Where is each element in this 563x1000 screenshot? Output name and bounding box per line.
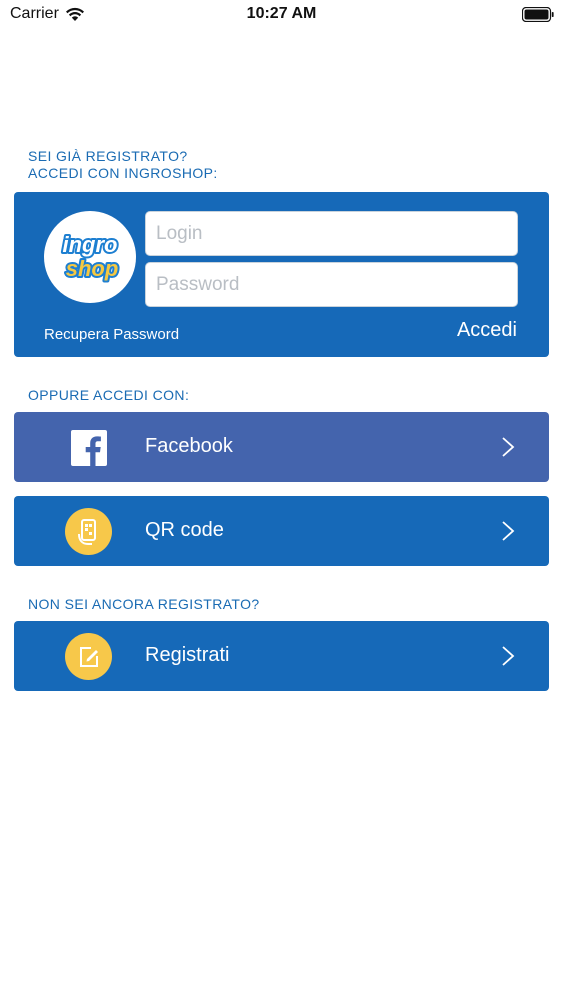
facebook-label: Facebook bbox=[145, 435, 233, 457]
edit-note-icon bbox=[79, 646, 98, 667]
logo-text-top: ingro bbox=[63, 232, 118, 257]
qr-icon-wrap bbox=[65, 508, 112, 555]
qr-login-button[interactable]: QR code bbox=[14, 496, 549, 566]
chevron-right-icon bbox=[502, 521, 515, 541]
register-label: Registrati bbox=[145, 644, 230, 666]
facebook-icon-wrap bbox=[65, 424, 112, 471]
qr-label: QR code bbox=[145, 519, 224, 541]
register-icon-circle bbox=[65, 633, 112, 680]
status-time: 10:27 AM bbox=[246, 5, 317, 22]
login-heading: SEI GIÀ REGISTRATO? ACCEDI CON INGROSHOP… bbox=[28, 148, 218, 182]
chevron-right-icon bbox=[502, 646, 515, 666]
battery-icon bbox=[522, 7, 554, 22]
qr-phone-icon bbox=[77, 518, 96, 545]
ingroshop-logo-mark: ingro shop bbox=[61, 230, 121, 283]
chevron-right-icon bbox=[502, 437, 515, 457]
register-button[interactable]: Registrati bbox=[14, 621, 549, 691]
logo-text-bottom: shop bbox=[66, 256, 119, 281]
recover-password-link[interactable]: Recupera Password bbox=[44, 326, 179, 343]
facebook-login-button[interactable]: Facebook bbox=[14, 412, 549, 482]
qr-icon-circle bbox=[65, 508, 112, 555]
register-heading: NON SEI ANCORA REGISTRATO? bbox=[28, 596, 260, 612]
login-heading-line1: SEI GIÀ REGISTRATO? bbox=[28, 148, 188, 164]
ingroshop-logo: ingro shop bbox=[44, 211, 136, 303]
login-card: ingro shop Recupera Password Accedi bbox=[14, 192, 549, 357]
facebook-icon bbox=[70, 429, 107, 466]
login-submit-button[interactable]: Accedi bbox=[457, 319, 517, 342]
alt-login-heading: OPPURE ACCEDI CON: bbox=[28, 387, 190, 403]
status-bar: Carrier 10:27 AM bbox=[0, 0, 563, 30]
password-input[interactable] bbox=[145, 262, 518, 307]
register-icon-wrap bbox=[65, 633, 112, 680]
login-heading-line2: ACCEDI CON INGROSHOP: bbox=[28, 165, 218, 181]
login-input[interactable] bbox=[145, 211, 518, 256]
